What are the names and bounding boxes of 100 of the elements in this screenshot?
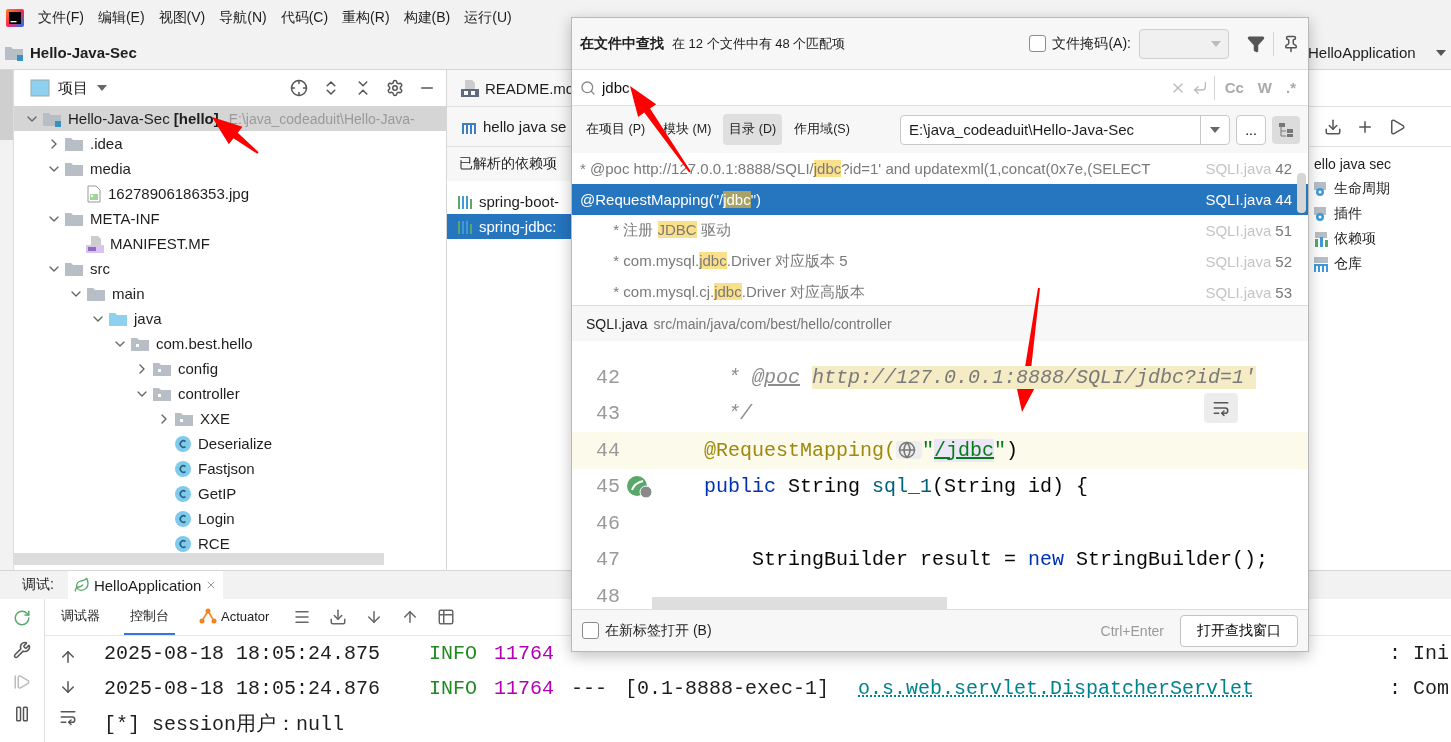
log-level: INFO	[429, 677, 478, 700]
package-icon	[152, 360, 172, 377]
open-find-window-button[interactable]: 打开查找窗口	[1180, 614, 1298, 647]
console-tab[interactable]: 控制台	[124, 599, 175, 635]
scope-tab[interactable]: 作用域(S)	[788, 114, 856, 145]
filter-icon[interactable]	[1247, 34, 1265, 53]
editor-tab[interactable]: hello java se	[447, 107, 579, 146]
soft-wrap-button[interactable]	[1204, 393, 1238, 423]
folder-icon	[64, 160, 84, 177]
scope-tab[interactable]: 目录 (D)	[723, 114, 783, 145]
pause-icon[interactable]	[13, 705, 31, 723]
line-number: 47	[595, 548, 620, 572]
tree-item[interactable]: controller	[14, 381, 446, 406]
match-summary: 在 12 个文件中有 48 个匹配项	[672, 34, 846, 53]
class-icon	[174, 484, 192, 503]
table-icon[interactable]	[437, 608, 456, 626]
line-number: 44	[595, 438, 620, 462]
wrench-icon[interactable]	[13, 641, 31, 659]
menu-item[interactable]: 代码(C)	[280, 9, 329, 27]
panel-title[interactable]: 项目	[58, 78, 88, 98]
scope-tab[interactable]: 模块 (M)	[657, 114, 718, 145]
package-icon	[152, 385, 172, 402]
tree-item[interactable]: RCE	[14, 531, 446, 556]
tree-item[interactable]: 插件	[1310, 201, 1451, 226]
browse-button[interactable]: ...	[1236, 114, 1266, 145]
search-icon[interactable]	[580, 79, 596, 96]
tree-item[interactable]: Login	[14, 506, 446, 531]
console-tab[interactable]: 调试器	[55, 599, 106, 635]
console-tab[interactable]: Actuator	[193, 599, 276, 635]
menu-item[interactable]: 构建(B)	[403, 9, 451, 27]
settings-icon[interactable]	[386, 79, 404, 97]
debug-tab[interactable]: HelloApplication	[67, 571, 224, 599]
tree-item[interactable]: MANIFEST.MF	[14, 231, 446, 256]
checkbox[interactable]	[582, 622, 599, 639]
directory-field[interactable]: E:\java_codeaduit\Hello-Java-Sec	[900, 114, 1230, 145]
tree-item[interactable]: Fastjson	[14, 456, 446, 481]
tree-item[interactable]: media	[14, 156, 446, 181]
line-number: 48	[595, 584, 620, 608]
tree-item[interactable]: 仓库	[1310, 251, 1451, 276]
tree-item[interactable]: 生命周期	[1310, 176, 1451, 201]
log-separator: ---	[571, 677, 608, 700]
rerun-icon[interactable]	[13, 609, 31, 627]
checkbox-label: 在新标签打开 (B)	[605, 621, 712, 640]
menu-item[interactable]: 导航(N)	[219, 9, 267, 27]
caret-icon[interactable]	[1435, 48, 1447, 57]
package-icon	[130, 335, 150, 352]
popup-title: 在文件中查找	[580, 34, 664, 53]
caret-icon[interactable]	[96, 84, 108, 92]
tree-item[interactable]: java	[14, 306, 446, 331]
download-icon[interactable]	[1324, 117, 1342, 136]
caret-icon[interactable]	[1209, 125, 1221, 134]
tree-item[interactable]: Hello-Java-Sec [hello] E:\java_codeaduit\Hello-Java-	[14, 106, 446, 131]
scope-tab[interactable]: 在项目 (P)	[580, 114, 652, 145]
scrollbar[interactable]	[14, 553, 384, 565]
tree-item[interactable]: src	[14, 256, 446, 281]
folder-icon	[64, 210, 84, 227]
tree-item[interactable]: Deserialize	[14, 431, 446, 456]
tree-item[interactable]: main	[14, 281, 446, 306]
menu-item[interactable]: 视图(V)	[158, 9, 206, 27]
globe-icon[interactable]	[896, 441, 923, 460]
tree-item[interactable]: META-INF	[14, 206, 446, 231]
scrollbar[interactable]	[652, 597, 947, 609]
log-pid: 11764	[494, 642, 555, 665]
folder-icon	[64, 260, 84, 277]
scrollbar[interactable]	[1297, 173, 1306, 213]
folder-icon	[42, 110, 62, 127]
soft-wrap-icon[interactable]	[58, 708, 77, 726]
locate-icon[interactable]	[290, 79, 308, 97]
tree-item[interactable]: .idea	[14, 131, 446, 156]
tree-item[interactable]: 16278906186353.jpg	[14, 181, 446, 206]
line-number: 42	[595, 365, 620, 389]
tree-icon[interactable]	[1278, 121, 1294, 138]
pin-icon[interactable]	[1282, 34, 1300, 53]
class-icon	[174, 459, 192, 478]
class-icon	[174, 509, 192, 528]
app-logo-icon[interactable]	[6, 9, 24, 27]
tree-item[interactable]: GetIP	[14, 481, 446, 506]
tree-item[interactable]: config	[14, 356, 446, 381]
tree-item[interactable]: XXE	[14, 406, 446, 431]
shortcut-hint: Ctrl+Enter	[1100, 622, 1164, 639]
tree-item[interactable]: 依赖项	[1310, 226, 1451, 251]
file-mask-checkbox[interactable]: 文件掩码(A):	[1029, 34, 1131, 53]
leaf-icon	[73, 577, 90, 593]
log-level: INFO	[429, 642, 478, 665]
bean-icon[interactable]	[626, 474, 652, 499]
run-config-dropdown[interactable]: HelloApplication	[1308, 44, 1451, 61]
menu-item[interactable]: 运行(U)	[464, 9, 512, 27]
log-logger: o.s.web.servlet.DispatcherServlet	[858, 677, 1256, 700]
actuator-icon	[199, 608, 217, 624]
search-input[interactable]: jdbc	[602, 79, 1164, 96]
menu-icon[interactable]	[293, 608, 312, 626]
editor-tab[interactable]: README.md	[447, 70, 587, 106]
tree-item[interactable]: ello java sec	[1310, 151, 1451, 176]
group-by-directory-toggle[interactable]	[1272, 115, 1300, 144]
menu-item[interactable]: 文件(F)	[38, 9, 84, 27]
wrap-icon[interactable]	[1212, 399, 1230, 417]
menu-item[interactable]: 重构(R)	[342, 9, 390, 27]
tree-item[interactable]: com.best.hello	[14, 331, 446, 356]
run-icon[interactable]	[1388, 117, 1406, 136]
menu-item[interactable]: 编辑(E)	[97, 9, 145, 27]
